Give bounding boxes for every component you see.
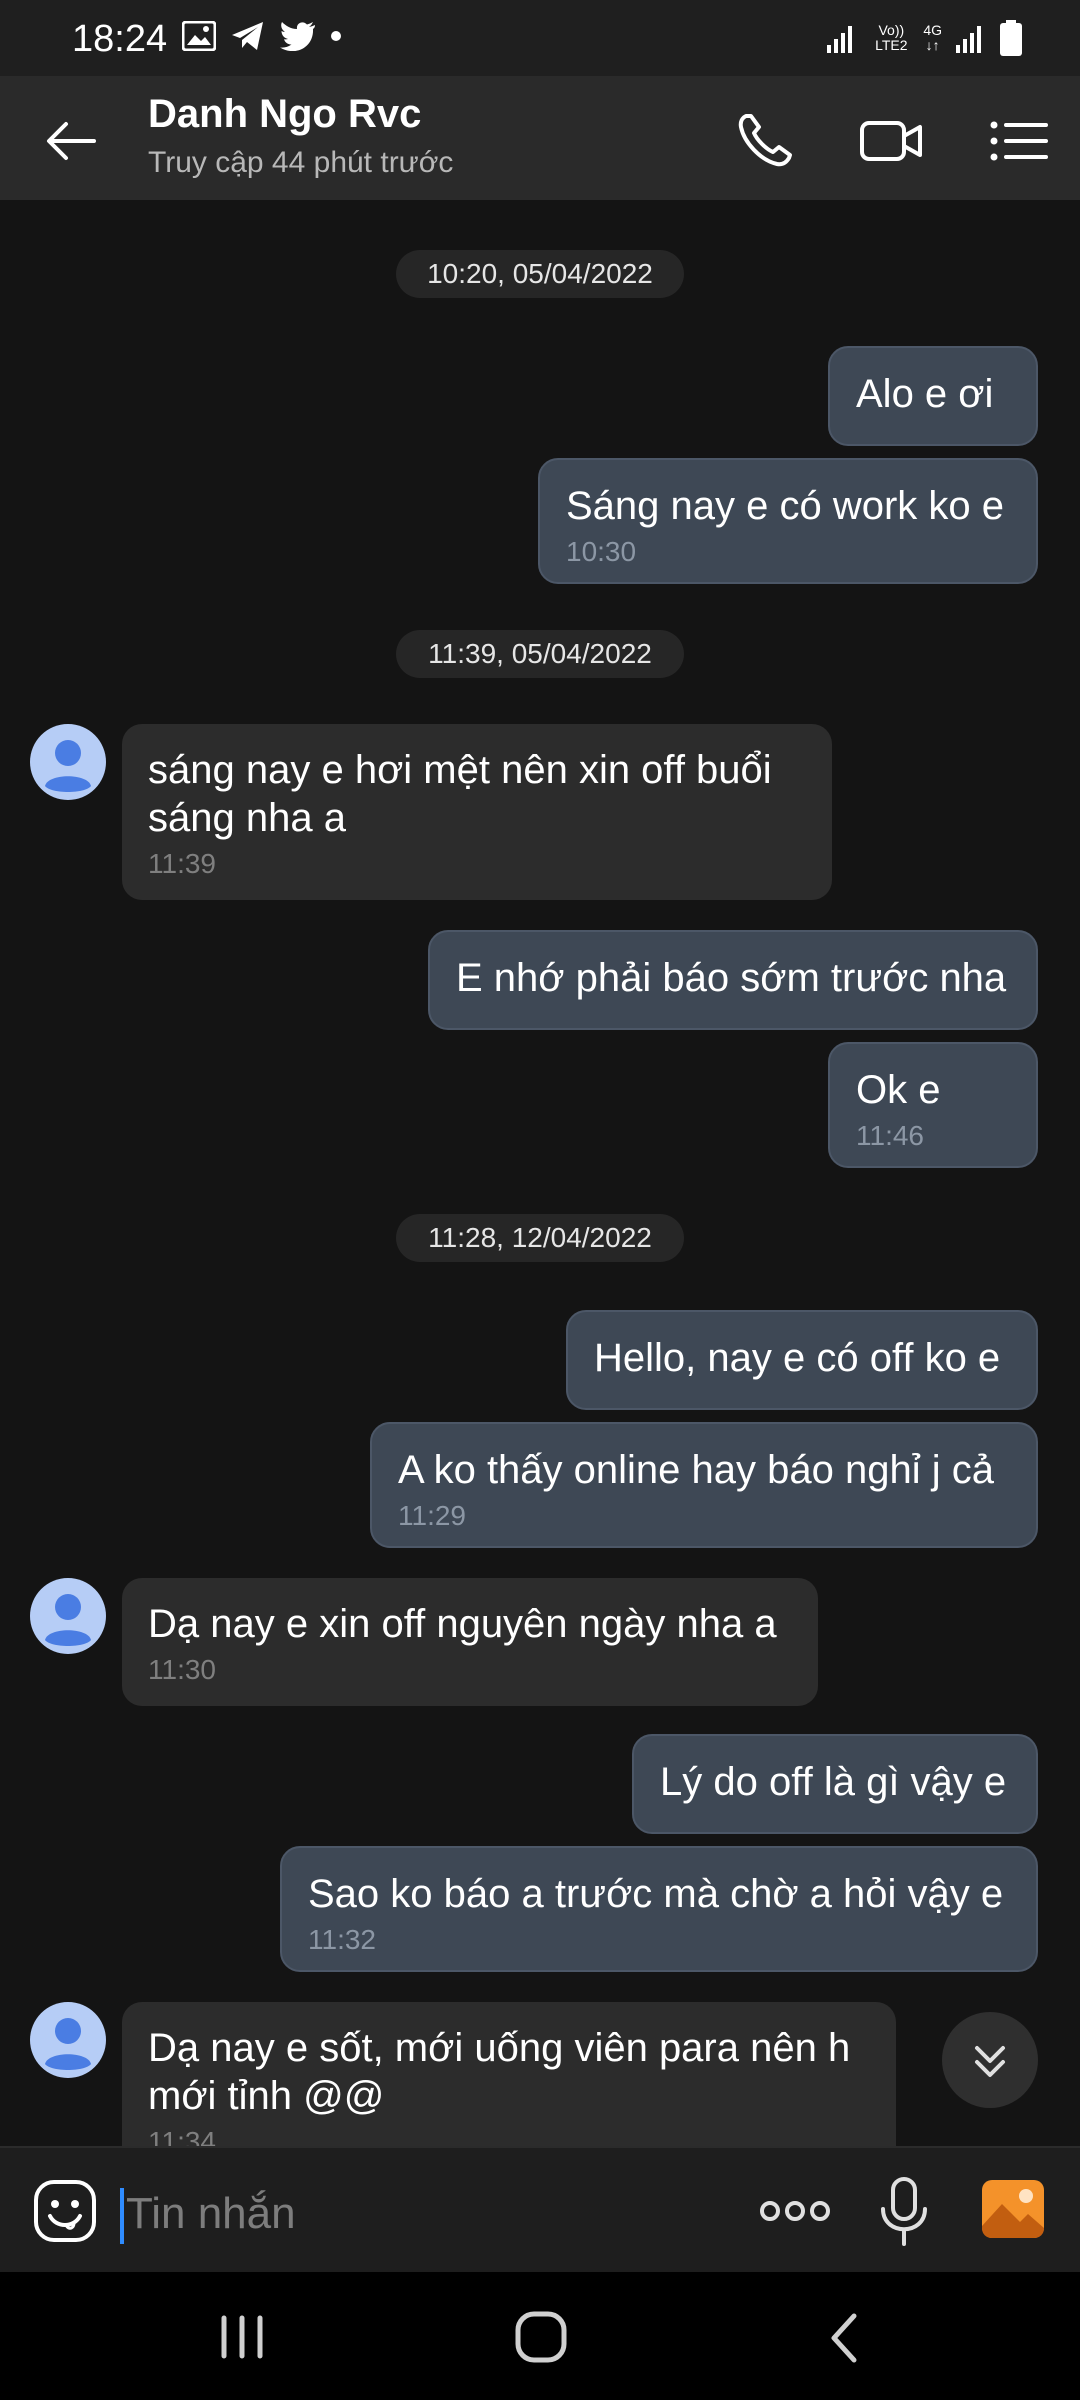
network-label: 4G xyxy=(923,22,942,38)
incoming-message[interactable]: sáng nay e hơi mệt nên xin off buổi sáng… xyxy=(122,724,832,900)
message-text: A ko thấy online hay báo nghỉ j cả xyxy=(398,1448,994,1492)
message-time: 11:32 xyxy=(308,1924,376,1955)
system-back-icon[interactable] xyxy=(818,2310,874,2366)
date-separator: 11:28, 12/04/2022 xyxy=(396,1214,684,1262)
data-arrows-icon: ↓↑ xyxy=(925,37,940,53)
outgoing-message[interactable]: Sao ko báo a trước mà chờ a hỏi vậy e 11… xyxy=(280,1846,1038,1972)
notification-dot-icon xyxy=(331,31,341,41)
message-text: Dạ nay e sốt, mới uống viên para nên h m… xyxy=(148,2026,851,2118)
battery-icon xyxy=(1000,20,1022,56)
message-list[interactable]: 10:20, 05/04/2022 Alo e ơi Sáng nay e có… xyxy=(0,200,1080,2146)
outgoing-message[interactable]: A ko thấy online hay báo nghỉ j cả 11:29 xyxy=(370,1422,1038,1548)
telegram-icon xyxy=(232,22,263,50)
incoming-message[interactable]: Dạ nay e xin off nguyên ngày nha a 11:30 xyxy=(122,1578,818,1706)
recent-apps-icon[interactable] xyxy=(214,2312,270,2362)
home-icon[interactable] xyxy=(512,2308,572,2366)
volte-label: Vo)) LTE2 xyxy=(875,22,908,53)
incoming-message[interactable]: Dạ nay e sốt, mới uống viên para nên h m… xyxy=(122,2002,896,2146)
status-bar: 18:24 Vo)) LTE2 4G ↓↑ xyxy=(0,0,1080,76)
contact-avatar[interactable] xyxy=(30,724,106,800)
gallery-icon[interactable] xyxy=(980,2178,1046,2240)
message-time: 11:29 xyxy=(398,1500,466,1531)
message-text: Sáng nay e có work ko e xyxy=(566,484,1005,528)
outgoing-message[interactable]: Lý do off là gì vậy e xyxy=(632,1734,1038,1834)
more-options-icon[interactable] xyxy=(758,2188,832,2234)
contact-avatar[interactable] xyxy=(30,2002,106,2078)
signal-sim2-icon xyxy=(956,26,981,53)
gallery-notification-icon xyxy=(182,21,216,51)
status-time: 18:24 xyxy=(72,18,168,60)
scroll-to-bottom-button[interactable] xyxy=(942,2012,1038,2108)
message-text: Dạ nay e xin off nguyên ngày nha a xyxy=(148,1602,777,1646)
contact-avatar[interactable] xyxy=(30,1578,106,1654)
message-text: sáng nay e hơi mệt nên xin off buổi sáng… xyxy=(148,748,772,840)
back-arrow-icon[interactable] xyxy=(36,106,106,176)
outgoing-message[interactable]: Alo e ơi xyxy=(828,346,1038,446)
outgoing-message[interactable]: Sáng nay e có work ko e 10:30 xyxy=(538,458,1038,584)
chat-header: Danh Ngo Rvc Truy cập 44 phút trước xyxy=(0,76,1080,200)
contact-name[interactable]: Danh Ngo Rvc xyxy=(148,92,421,137)
system-nav-bar xyxy=(0,2272,1080,2400)
message-time: 11:34 xyxy=(148,2126,216,2146)
signal-sim1-icon xyxy=(827,26,853,53)
message-time: 11:39 xyxy=(148,848,216,879)
message-time: 11:46 xyxy=(856,1120,924,1151)
last-seen-status: Truy cập 44 phút trước xyxy=(148,146,454,179)
double-chevron-down-icon xyxy=(975,2046,1005,2077)
message-text: Alo e ơi xyxy=(856,372,994,416)
message-text: Lý do off là gì vậy e xyxy=(660,1760,1007,1804)
outgoing-message[interactable]: Ok e 11:46 xyxy=(828,1042,1038,1168)
message-time: 11:30 xyxy=(148,1654,216,1685)
outgoing-message[interactable]: Hello, nay e có off ko e xyxy=(566,1310,1038,1410)
video-call-icon[interactable] xyxy=(856,106,926,176)
outgoing-message[interactable]: E nhớ phải báo sớm trước nha xyxy=(428,930,1038,1030)
menu-list-icon[interactable] xyxy=(984,106,1054,176)
message-text: Sao ko báo a trước mà chờ a hỏi vậy e xyxy=(308,1872,1004,1916)
message-text: Ok e xyxy=(856,1068,941,1112)
message-input[interactable] xyxy=(124,2178,728,2250)
message-composer xyxy=(0,2146,1080,2274)
date-separator: 11:39, 05/04/2022 xyxy=(396,630,684,678)
message-text: E nhớ phải báo sớm trước nha xyxy=(456,956,1007,1000)
message-text: Hello, nay e có off ko e xyxy=(594,1336,1001,1380)
microphone-icon[interactable] xyxy=(876,2176,932,2248)
message-time: 10:30 xyxy=(566,536,637,567)
twitter-icon xyxy=(280,22,315,51)
network-indicator: 4G ↓↑ xyxy=(923,23,942,53)
emoji-icon[interactable] xyxy=(32,2178,98,2244)
phone-icon[interactable] xyxy=(730,106,800,176)
date-separator: 10:20, 05/04/2022 xyxy=(396,250,684,298)
